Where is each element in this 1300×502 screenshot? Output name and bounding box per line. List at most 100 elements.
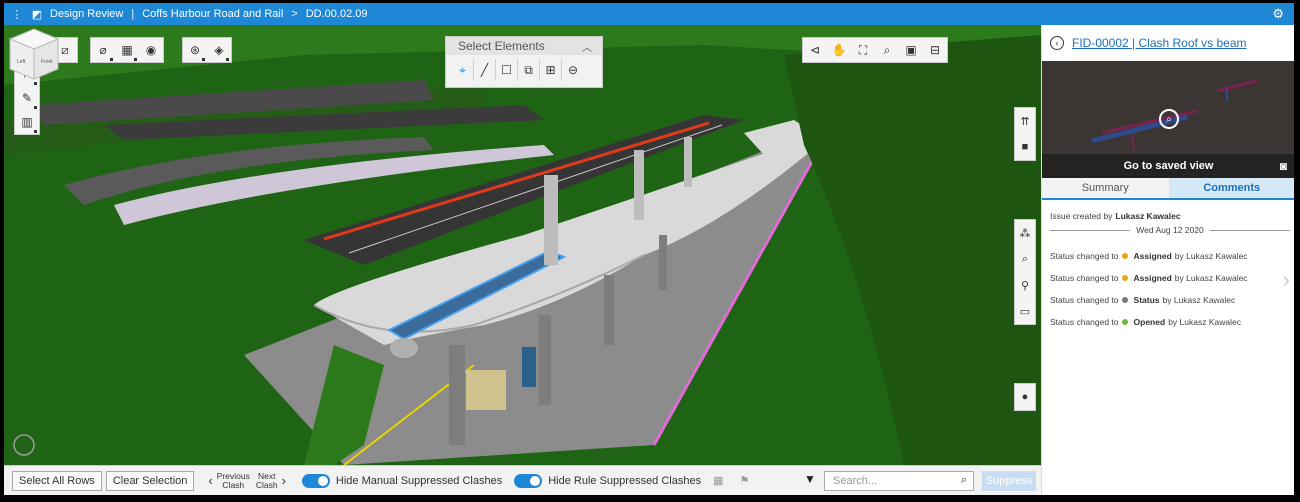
zoom-icon[interactable]: ⌕ [875,38,899,62]
select-elements-title: Select Elements [458,39,545,53]
select-all-rows-button[interactable]: Select All Rows [12,470,102,491]
info-tools: ● [1014,383,1036,411]
viewpoint-icon[interactable]: ▭ [1015,298,1035,324]
grid-icon[interactable]: ▦ [713,474,723,487]
created-line: Issue created by Lukasz Kawalec [1050,209,1290,223]
walk-icon[interactable]: ⇈ [1015,108,1035,134]
walk-camera-tools: ⇈ ■ [1014,107,1036,161]
divider-right [1209,229,1290,231]
event-prefix: Status changed to [1050,317,1119,327]
issue-title[interactable]: FID-00002 | Clash Roof vs beam [1072,36,1247,50]
cube-front-face: Front [41,59,53,65]
event-prefix: Status changed to [1050,273,1119,283]
info-icon[interactable]: ● [1015,384,1035,410]
zoom-in-icon[interactable]: ⌕ [1159,109,1179,129]
add-icon[interactable]: ⊞ [540,59,562,81]
tab-summary[interactable]: Summary [1042,178,1169,198]
filter-icon[interactable]: ▼ [804,472,816,486]
back-circle-icon[interactable]: ‹ [1050,36,1064,50]
model-tool-group: ⊛ ◈ [182,37,232,63]
clear-selection-button[interactable]: Clear Selection [105,470,195,491]
pan-arrow-icon[interactable]: ⊲ [803,38,827,62]
previous-clash-label: Previous Clash [217,471,250,490]
minimize-icon[interactable]: ⊟ [923,38,947,62]
suppress-button[interactable]: Suppress [982,471,1036,491]
event-prefix: Status changed to [1050,251,1119,261]
camera-icon[interactable]: ■ [1015,134,1035,160]
model-tree-icon[interactable]: ⊛ [183,38,207,62]
next-clash-button[interactable]: Next Clash › [256,471,290,490]
go-to-saved-view-button[interactable]: Go to saved view [1042,154,1294,178]
previous-label-line2: Clash [222,479,245,490]
review-tools: ⁂ ⌕ ⚲ ▭ [1014,219,1036,325]
chevron-right-icon[interactable]: › [1283,267,1290,293]
activity-item: Status changed to Status by Lukasz Kawal… [1050,289,1290,311]
hand-icon[interactable]: ✋ [827,38,851,62]
hide-icon[interactable]: ⌀ [91,38,115,62]
layers-icon[interactable]: ◈ [207,38,231,62]
next-clash-label: Next Clash [256,471,278,490]
tree-icon[interactable]: ⁂ [1015,220,1035,246]
select-tools-row: ⌖ ╱ ☐ ⧉ ⊞ ⊖ [446,55,602,85]
event-by: by Lukasz Kawalec [1174,251,1248,261]
menu-icon[interactable]: ⋮ [10,8,24,21]
breadcrumb-document[interactable]: DD.00.02.09 [306,8,368,20]
gear-icon[interactable]: ⚙ [1272,6,1284,22]
status-dot [1121,275,1128,281]
hide-rule-suppressed-toggle[interactable] [514,473,543,488]
line-select-icon[interactable]: ╱ [474,59,496,81]
app-logo-icon: ◩ [31,8,43,21]
event-by: by Lukasz Kawalec [1174,273,1248,283]
event-status: Assigned [1133,251,1172,261]
chevron-up-icon[interactable]: ︿ [582,39,592,54]
visibility-icon[interactable]: ◉ [139,38,163,62]
select-elements-panel: Select Elements ︿ ⌖ ╱ ☐ ⧉ ⊞ ⊖ [445,36,603,88]
search-icon[interactable]: ⌕ [961,474,967,487]
activity-log: Issue created by Lukasz Kawalec Wed Aug … [1050,209,1290,333]
hide-manual-suppressed-label: Hide Manual Suppressed Clashes [335,474,503,487]
hide-manual-suppressed-toggle[interactable] [301,473,330,488]
issue-tabs: Summary Comments [1042,178,1294,200]
window-icon[interactable]: ▣ [899,38,923,62]
issue-header: ‹ FID-00002 | Clash Roof vs beam [1042,25,1294,61]
point-select-icon[interactable]: ⌖ [452,59,474,81]
status-dot [1121,297,1128,303]
isolate-icon[interactable]: ▦ [115,38,139,62]
event-status: Opened [1133,317,1166,327]
subtract-icon[interactable]: ⊖ [562,59,584,81]
event-by: by Lukasz Kawalec [1168,317,1241,327]
search-icon[interactable]: ⌕ [1015,246,1035,272]
status-dot [1121,253,1128,259]
app-window: ⋮ ◩ Design Review | Coffs Harbour Road a… [4,3,1294,495]
model-viewport[interactable]: ➤ ⚑ ✎ ▥ ⧄ ⌀ ▦ ◉ ⊛ ◈ Select Elements ︿ ⌖ … [4,25,1041,465]
event-by: by Lukasz Kawalec [1162,295,1236,305]
measure-icon[interactable]: ✎ [15,86,39,110]
date-divider: Wed Aug 12 2020 [1050,223,1290,237]
breadcrumb-project[interactable]: Coffs Harbour Road and Rail [142,8,283,20]
previous-clash-button[interactable]: ‹ Previous Clash [204,471,250,490]
camera-icon[interactable]: ◙ [1280,159,1287,173]
hide-rule-suppressed-label: Hide Rule Suppressed Clashes [548,474,702,487]
tab-comments[interactable]: Comments [1168,178,1294,198]
section-icon[interactable]: ▥ [15,110,39,134]
event-status: Assigned [1133,273,1172,283]
search-input[interactable]: Search... ⌕ [824,471,974,491]
multi-select-icon[interactable]: ⧉ [518,59,540,81]
chevron-right-icon: › [281,473,286,488]
chevron-left-icon: ‹ [208,473,213,488]
activity-item: Status changed to Assigned by Lukasz Kaw… [1050,245,1290,267]
fit-view-icon[interactable]: ⛶ [851,38,875,62]
breadcrumb-separator: | [131,8,135,20]
chevron-right-icon: > [291,8,298,20]
search-placeholder: Search... [833,475,878,487]
app-name[interactable]: Design Review [50,8,123,20]
activity-item: Status changed to Assigned by Lukasz Kaw… [1050,267,1290,289]
saved-view-thumbnail[interactable]: ⌕ Go to saved view ◙ [1042,61,1294,178]
visibility-tool-group: ⌀ ▦ ◉ [90,37,164,63]
box-select-icon[interactable]: ☐ [496,59,518,81]
view-cube[interactable]: Left Front [4,25,62,83]
select-elements-header[interactable]: Select Elements ︿ [446,37,602,55]
created-prefix: Issue created by [1050,211,1113,221]
issue-icon[interactable]: ⚲ [1015,272,1035,298]
flag-icon[interactable]: ⚑ [740,474,750,487]
